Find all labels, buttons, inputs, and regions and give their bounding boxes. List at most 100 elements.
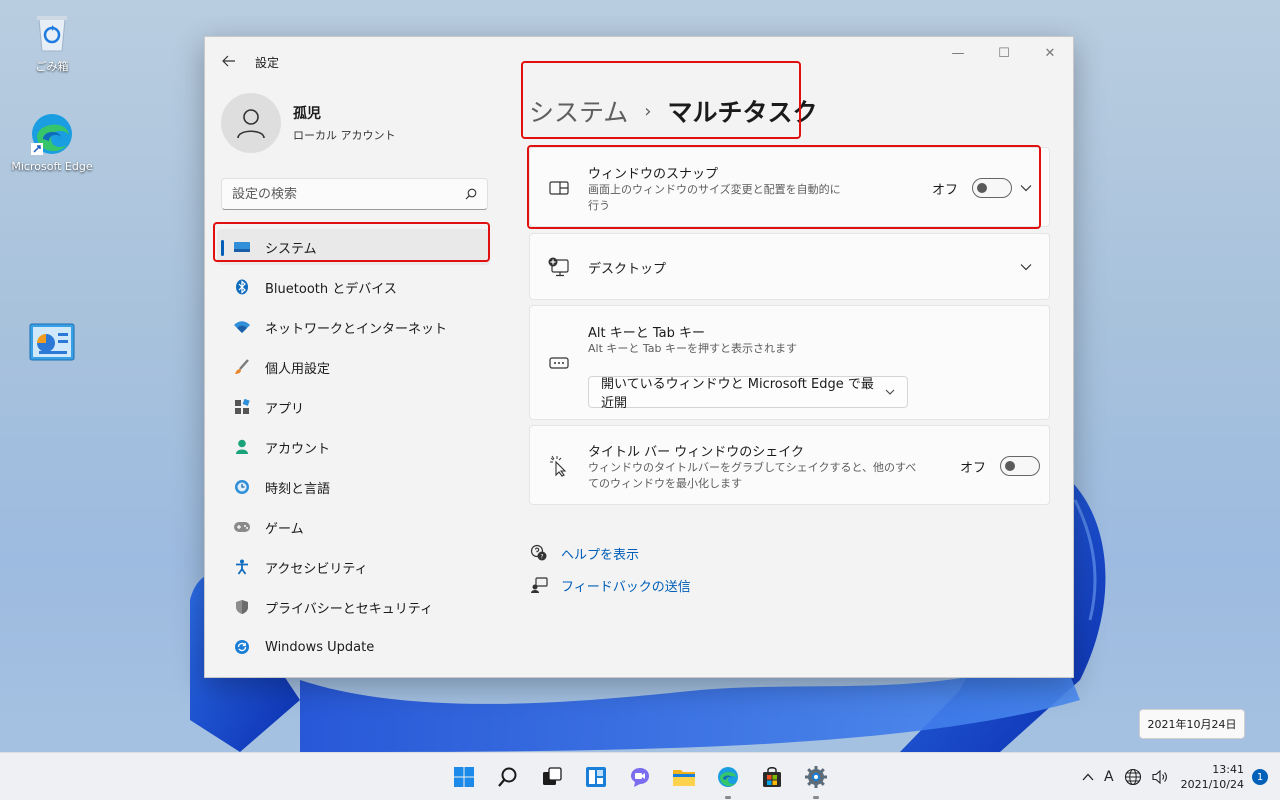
alt-tab-card: Alt キーと Tab キー Alt キーと Tab キーを押すと表示されます … — [529, 305, 1050, 420]
start-icon — [454, 767, 474, 787]
shake-description: ウィンドウのタイトルバーをグラブしてシェイクすると、他のすべ — [588, 461, 917, 474]
expand-button[interactable] — [1016, 178, 1036, 198]
person-icon — [237, 109, 265, 139]
gaming-icon — [233, 518, 251, 536]
sidebar-item-apps[interactable]: アプリ — [217, 389, 490, 425]
sidebar-item-accounts[interactable]: アカウント — [217, 429, 490, 465]
start-button[interactable] — [442, 753, 486, 800]
date-tooltip: 2021年10月24日 — [1139, 709, 1245, 739]
show-help-link[interactable]: ? ヘルプを表示 — [529, 537, 691, 569]
sidebar-item-system[interactable]: システム — [217, 229, 490, 265]
edge-icon — [28, 110, 76, 158]
feedback-icon — [529, 575, 549, 595]
running-indicator — [725, 796, 731, 799]
desktops-card[interactable]: デスクトップ — [529, 233, 1050, 300]
chat-icon — [631, 768, 649, 787]
accessibility-icon — [233, 558, 251, 576]
close-button[interactable]: ✕ — [1027, 37, 1073, 69]
back-button[interactable] — [217, 51, 241, 71]
sidebar-item-label: 個人用設定 — [265, 361, 331, 377]
desktop-icon-recycle-bin[interactable]: ごみ箱 — [10, 8, 94, 74]
snap-description-cont: 行う — [588, 199, 610, 212]
sidebar-item-gaming[interactable]: ゲーム — [217, 509, 490, 545]
snap-windows-card[interactable]: ウィンドウのスナップ 画面上のウィンドウのサイズ変更と配置を自動的に 行う オフ — [529, 147, 1050, 227]
notification-badge[interactable]: 1 — [1252, 769, 1268, 785]
sidebar-item-label: システム — [265, 241, 317, 257]
user-name: 孤児 — [293, 106, 321, 122]
send-feedback-link[interactable]: フィードバックの送信 — [529, 569, 691, 601]
avatar — [221, 93, 281, 153]
settings-taskbar-button[interactable] — [794, 753, 838, 800]
sidebar-item-label: アプリ — [265, 401, 305, 417]
sidebar-item-privacy[interactable]: プライバシーとセキュリティ — [217, 589, 490, 625]
dropdown-selected-value: 開いているウィンドウと Microsoft Edge で最近開 — [601, 377, 874, 411]
snap-description: 画面上のウィンドウのサイズ変更と配置を自動的に — [588, 183, 841, 196]
desktop-icon-label: Microsoft Edge — [11, 160, 93, 173]
breadcrumb-separator: › — [644, 100, 652, 122]
toggle-knob — [1005, 461, 1016, 471]
sidebar-item-time-language[interactable]: 時刻と言語 — [217, 469, 490, 505]
sidebar-item-label: 時刻と言語 — [265, 481, 331, 497]
file-explorer-button[interactable] — [662, 753, 706, 800]
shield-icon — [233, 598, 251, 616]
send-feedback-label: フィードバックの送信 — [561, 579, 691, 595]
alt-tab-dropdown[interactable]: 開いているウィンドウと Microsoft Edge で最近開 — [588, 376, 908, 411]
chevron-up-icon — [1082, 773, 1094, 781]
chevron-down-icon — [885, 387, 895, 398]
show-hidden-icons-button[interactable] — [1077, 753, 1099, 800]
chat-button[interactable] — [618, 753, 662, 800]
account-icon — [233, 438, 251, 456]
sidebar-item-label: アクセシビリティ — [265, 561, 368, 577]
clock-date: 2021/10/24 — [1180, 778, 1244, 791]
system-tray: A 13:41 2021/10/24 1 — [1077, 753, 1280, 800]
task-view-button[interactable] — [530, 753, 574, 800]
desktop-icon-label: ごみ箱 — [35, 60, 69, 73]
title-bar: 設定 — ☐ ✕ — [205, 37, 1073, 83]
ime-indicator[interactable]: A — [1099, 753, 1119, 800]
control-panel-icon — [28, 318, 76, 366]
maximize-button[interactable]: ☐ — [981, 37, 1027, 69]
network-status-button[interactable] — [1119, 753, 1147, 800]
snap-toggle[interactable] — [972, 178, 1013, 198]
taskbar: A 13:41 2021/10/24 1 — [0, 752, 1280, 800]
breadcrumb: システム › マルチタスク — [529, 93, 817, 129]
settings-window: 設定 — ☐ ✕ 孤児 ローカル アカウント 設定の検索 システム Blueto… — [204, 36, 1074, 678]
user-profile[interactable]: 孤児 ローカル アカウント — [221, 93, 396, 153]
chevron-down-icon — [1020, 264, 1032, 271]
desktop-icon-edge[interactable]: Microsoft Edge — [10, 110, 94, 173]
store-button[interactable] — [750, 753, 794, 800]
clock[interactable]: 13:41 2021/10/24 — [1175, 762, 1252, 792]
widgets-button[interactable] — [574, 753, 618, 800]
search-icon — [465, 188, 477, 200]
settings-search[interactable] — [221, 178, 488, 210]
sidebar-nav: システム Bluetooth とデバイス ネットワークとインターネット 個人用設… — [217, 229, 490, 669]
sidebar-item-accessibility[interactable]: アクセシビリティ — [217, 549, 490, 585]
taskbar-search-button[interactable] — [486, 753, 530, 800]
back-arrow-icon — [222, 55, 235, 67]
search-input[interactable] — [232, 186, 465, 202]
search-icon — [498, 767, 517, 787]
desktop-icon-control-panel[interactable] — [10, 318, 94, 366]
edge-taskbar-button[interactable] — [706, 753, 750, 800]
minimize-button[interactable]: — — [935, 37, 981, 69]
sidebar-item-personalization[interactable]: 個人用設定 — [217, 349, 490, 385]
keyboard-icon — [548, 352, 570, 374]
expand-button[interactable] — [1016, 257, 1036, 277]
help-links: ? ヘルプを表示 フィードバックの送信 — [529, 537, 691, 601]
alt-tab-title: Alt キーと Tab キー — [588, 326, 706, 341]
sidebar-item-label: Windows Update — [265, 639, 375, 655]
window-shake-card[interactable]: タイトル バー ウィンドウのシェイク ウィンドウのタイトルバーをグラブしてシェイ… — [529, 425, 1050, 505]
account-type: ローカル アカウント — [293, 129, 396, 142]
show-help-label: ヘルプを表示 — [561, 547, 640, 563]
sidebar-item-network[interactable]: ネットワークとインターネット — [217, 309, 490, 345]
shake-title: タイトル バー ウィンドウのシェイク — [588, 445, 805, 460]
toggle-knob — [977, 183, 988, 193]
sidebar-item-windows-update[interactable]: Windows Update — [217, 629, 490, 665]
settings-icon — [805, 766, 827, 788]
chevron-down-icon — [1020, 185, 1032, 192]
volume-button[interactable] — [1147, 753, 1175, 800]
shake-toggle[interactable] — [1000, 456, 1041, 476]
snap-toggle-state: オフ — [932, 182, 959, 198]
sidebar-item-bluetooth[interactable]: Bluetooth とデバイス — [217, 269, 490, 305]
breadcrumb-parent[interactable]: システム — [529, 93, 628, 129]
